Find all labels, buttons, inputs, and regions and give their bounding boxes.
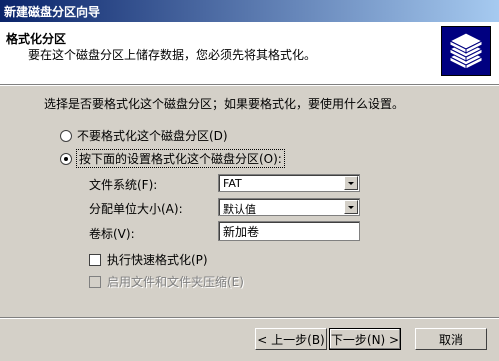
volume-label-field[interactable] <box>218 221 360 241</box>
back-button[interactable]: < 上一步(B) <box>255 328 327 350</box>
format-label[interactable]: 按下面的设置格式化这个磁盘分区(O): <box>76 149 285 168</box>
prompt-text: 选择是否要格式化这个磁盘分区；如果要格式化，要使用什么设置。 <box>44 97 405 111</box>
disk-stack-icon <box>441 26 491 76</box>
header-divider <box>0 84 499 86</box>
filesystem-label: 文件系统(F): <box>89 178 158 192</box>
chevron-down-icon[interactable] <box>344 176 358 190</box>
window-title: 新建磁盘分区向导 <box>4 5 101 19</box>
cancel-button[interactable]: 取消 <box>415 328 487 350</box>
quick-format-checkbox[interactable] <box>89 253 101 266</box>
allocation-value: 默认值 <box>223 203 256 216</box>
radio-unselected[interactable] <box>60 129 72 142</box>
format-radio[interactable]: 按下面的设置格式化这个磁盘分区(O): <box>60 149 285 168</box>
no-format-radio[interactable]: 不要格式化这个磁盘分区(D) <box>60 127 228 144</box>
radio-selected[interactable] <box>60 152 72 165</box>
allocation-select[interactable]: 默认值 <box>218 198 360 216</box>
filesystem-value: FAT <box>223 177 242 190</box>
chevron-down-icon[interactable] <box>344 200 358 214</box>
no-format-label[interactable]: 不要格式化这个磁盘分区(D) <box>77 127 228 144</box>
header-title: 格式化分区 <box>6 32 67 46</box>
next-button[interactable]: 下一步(N) > <box>329 328 401 350</box>
title-bar[interactable]: 新建磁盘分区向导 <box>0 0 499 22</box>
quick-format-checkbox-row[interactable]: 执行快速格式化(P) <box>89 251 208 268</box>
volume-label-input[interactable] <box>219 222 357 240</box>
allocation-label: 分配单位大小(A): <box>89 202 183 216</box>
wizard-header: 格式化分区 要在这个磁盘分区上储存数据，您必须先将其格式化。 <box>0 22 499 84</box>
compression-checkbox-row: 启用文件和文件夹压缩(E) <box>89 273 244 290</box>
compression-label: 启用文件和文件夹压缩(E) <box>107 275 244 289</box>
volume-label-label: 卷标(V): <box>89 227 135 241</box>
compression-checkbox <box>89 275 101 288</box>
header-subtitle: 要在这个磁盘分区上储存数据，您必须先将其格式化。 <box>28 48 317 62</box>
quick-format-label[interactable]: 执行快速格式化(P) <box>107 251 208 268</box>
footer-divider <box>0 317 499 319</box>
filesystem-select[interactable]: FAT <box>218 174 360 192</box>
